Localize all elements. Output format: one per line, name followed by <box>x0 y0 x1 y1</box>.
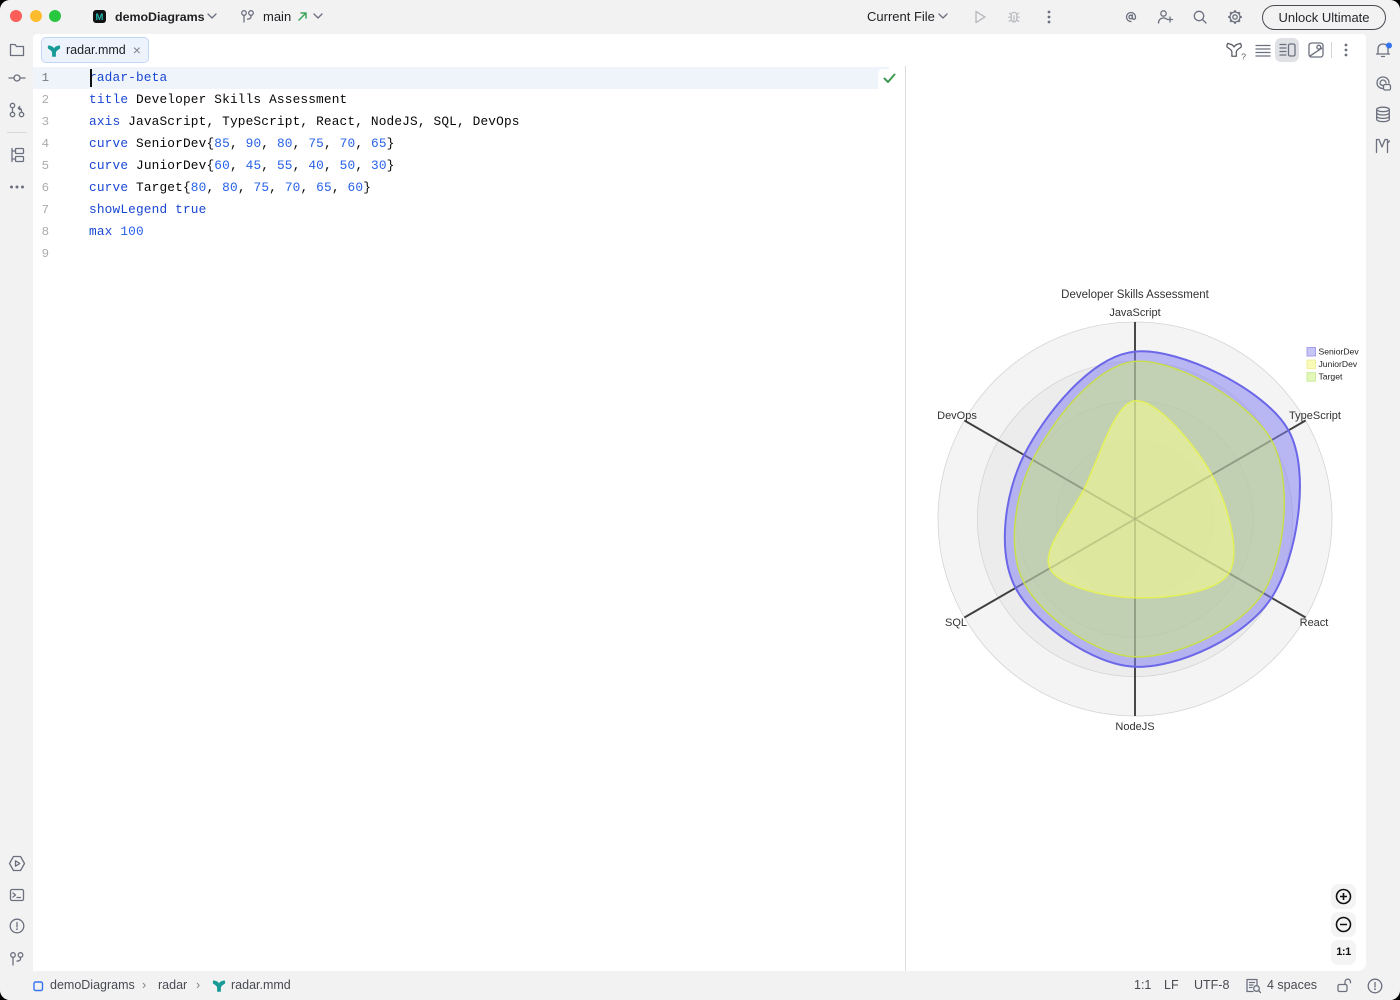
svg-text:?: ? <box>1241 52 1246 61</box>
svg-text:JavaScript: JavaScript <box>1109 307 1160 319</box>
svg-text:DevOps: DevOps <box>937 410 977 422</box>
svg-text:Developer Skills Assessment: Developer Skills Assessment <box>1061 289 1209 301</box>
svg-text:NodeJS: NodeJS <box>1115 721 1154 733</box>
svg-text:Target: Target <box>1319 372 1343 382</box>
svg-text:TypeScript: TypeScript <box>1289 410 1341 422</box>
svg-text:JuniorDev: JuniorDev <box>1319 359 1358 369</box>
svg-text:SQL: SQL <box>945 617 967 629</box>
svg-text:M: M <box>96 12 104 23</box>
svg-text:SeniorDev: SeniorDev <box>1319 346 1360 356</box>
svg-text:React: React <box>1300 617 1329 629</box>
